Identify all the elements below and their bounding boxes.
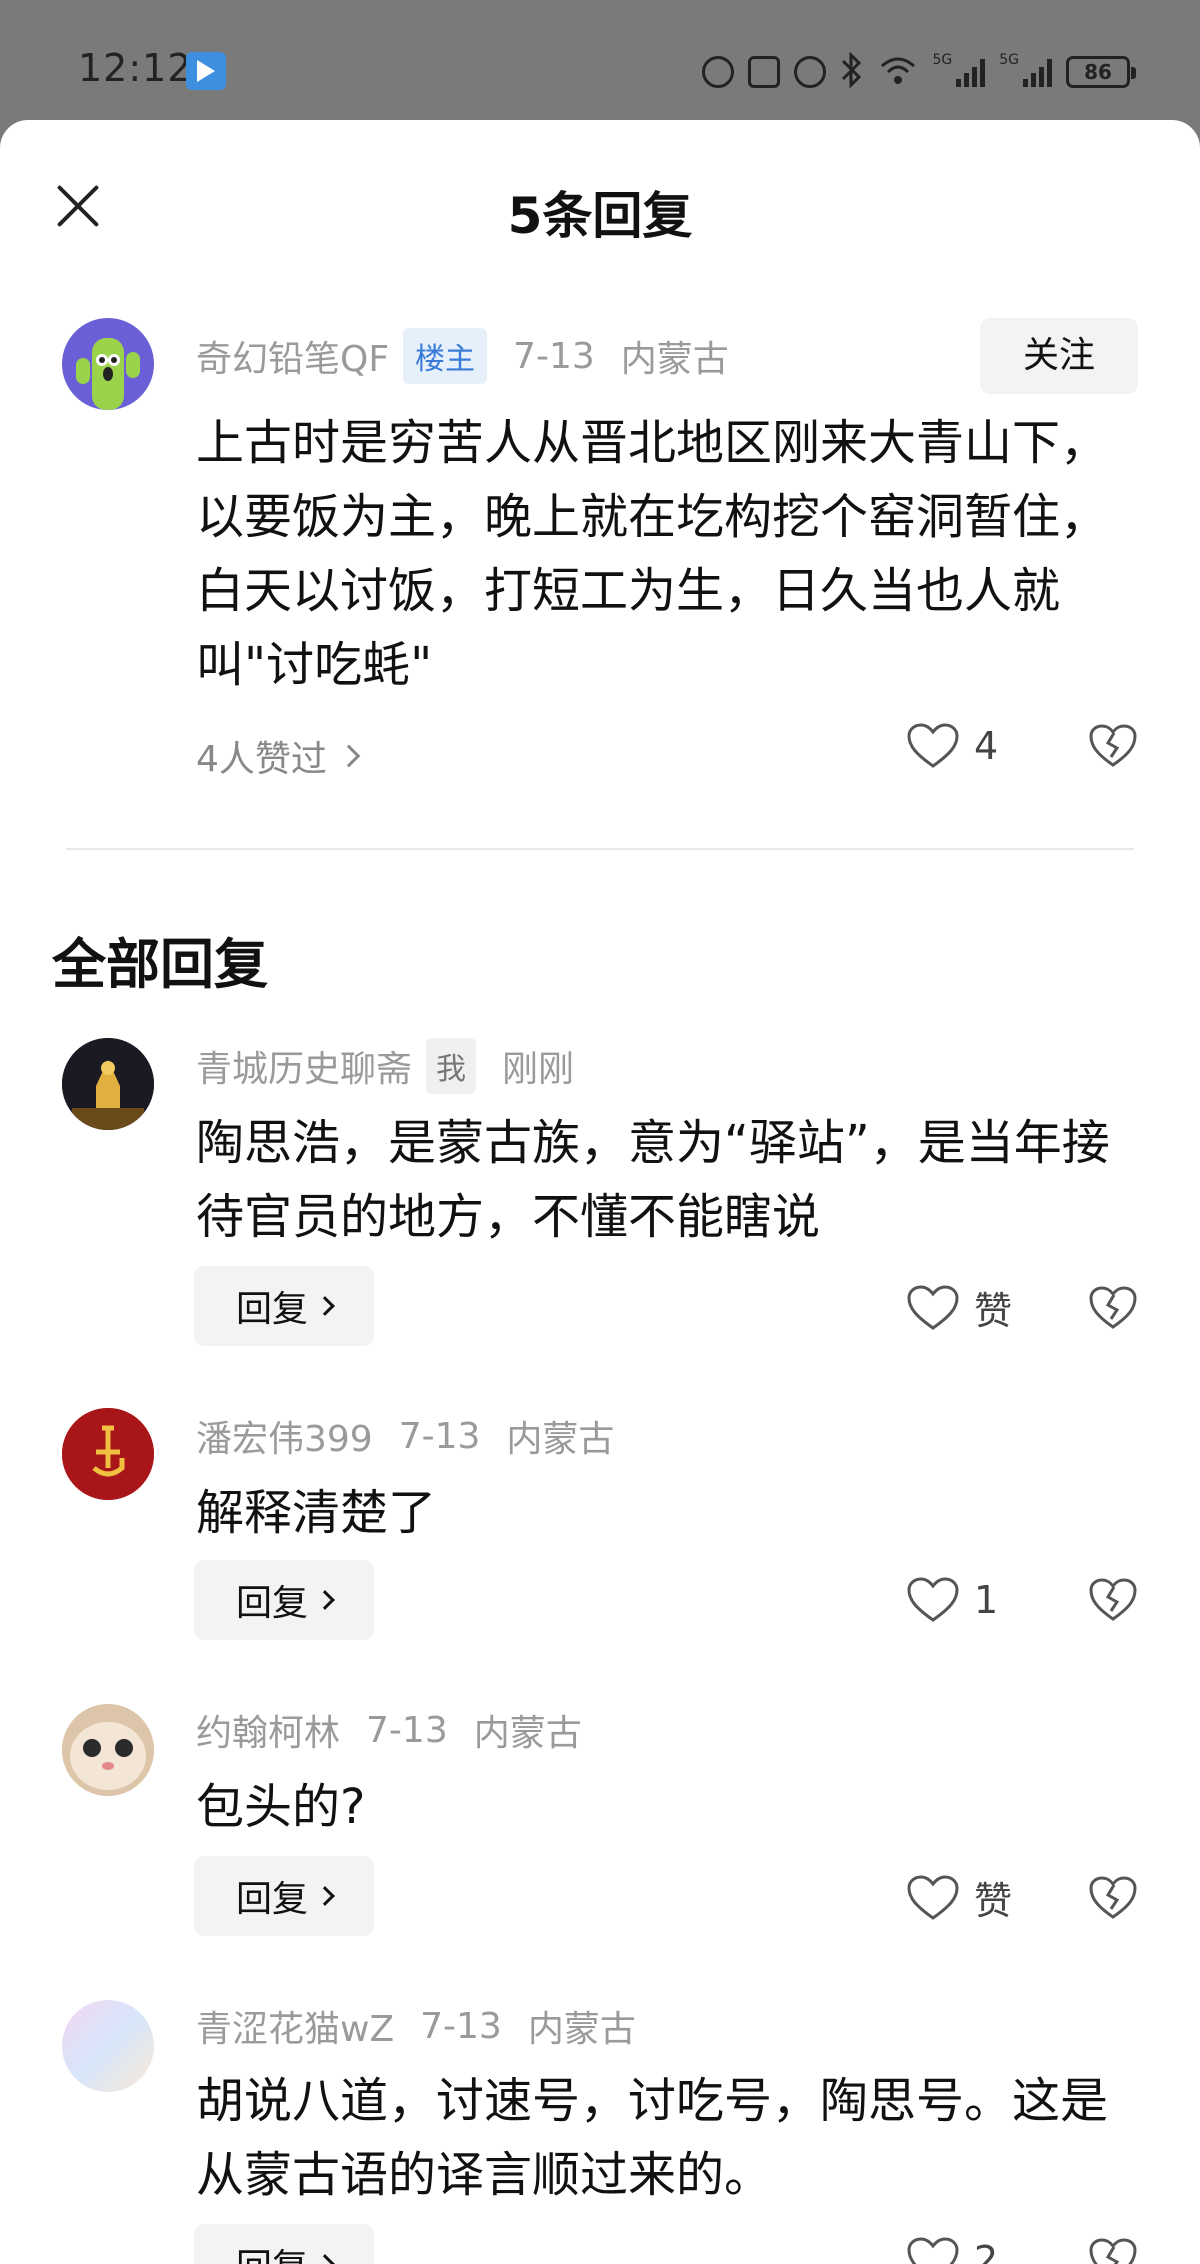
reply-actions: 赞 <box>906 1280 1138 1335</box>
like-label: 2 <box>974 2238 999 2264</box>
author-name[interactable]: 奇幻铅笔QF <box>196 330 389 382</box>
reply-text: 包头的? <box>196 1779 366 1835</box>
reply-button[interactable]: 回复 <box>194 1560 374 1640</box>
reply-text: 陶思浩，是蒙古族，意为“驿站”，是当年接待官员的地方，不懂不能瞎说 <box>196 1115 1110 1245</box>
reply-meta: 青城历史聊斋 我 刚刚 <box>196 1036 574 1096</box>
reply-button[interactable]: 回复 <box>194 2224 374 2264</box>
network-type-1: 5G <box>932 52 953 68</box>
chevron-right-icon <box>315 2254 335 2264</box>
like-label: 赞 <box>974 1289 1013 1333</box>
like-icon[interactable] <box>906 1576 960 1624</box>
signal-icon-2 <box>1023 57 1052 87</box>
avatar[interactable] <box>62 2000 154 2092</box>
avatar[interactable] <box>62 1704 154 1796</box>
author-name[interactable]: 青涩花猫wZ <box>196 2000 394 2052</box>
like-icon[interactable] <box>906 1284 960 1332</box>
battery-icon: 86 <box>1066 56 1136 88</box>
dislike-icon[interactable] <box>1088 1285 1138 1331</box>
reply-button-label: 回复 <box>235 1289 308 1330</box>
comment-location: 内蒙古 <box>620 339 729 380</box>
signal-icon-1 <box>956 57 986 87</box>
author-name[interactable]: 潘宏伟399 <box>196 1410 373 1462</box>
reply-text: 解释清楚了 <box>196 1485 437 1541</box>
like-count: 4 <box>974 724 999 768</box>
avatar[interactable] <box>62 1408 154 1500</box>
likes-summary[interactable]: 4人赞过 <box>196 730 361 782</box>
app-notification-icon <box>186 52 226 90</box>
likes-summary-label: 4人赞过 <box>196 739 327 780</box>
data-saver-icon <box>702 56 735 88</box>
alarm-icon <box>794 56 827 88</box>
section-title: 全部回复 <box>52 933 268 996</box>
reply-button[interactable]: 回复 <box>194 1266 374 1346</box>
chevron-right-icon <box>315 1590 335 1610</box>
chevron-right-icon <box>315 1296 335 1316</box>
wifi-icon <box>878 54 918 90</box>
like-icon[interactable] <box>906 1874 960 1922</box>
reply-button-label: 回复 <box>236 2238 308 2264</box>
comment-text: 上古时是穷苦人从晋北地区刚来大青山下，以要饭为主，晚上就在圪构挖个窑洞暂住，白天… <box>196 415 1109 693</box>
op-badge: 楼主 <box>403 328 488 384</box>
reply-actions: 1 <box>906 1576 1138 1624</box>
sheet-title: 5条回复 <box>507 187 693 245</box>
author-name[interactable]: 青城历史聊斋 <box>196 1040 412 1092</box>
author-name[interactable]: 约翰柯林 <box>196 1704 340 1756</box>
reply-actions: 赞 <box>906 1870 1138 1925</box>
like-label: 1 <box>974 1578 999 1622</box>
reply-date: 7-13 <box>398 1415 481 1457</box>
like-icon[interactable] <box>906 722 960 770</box>
dislike-icon[interactable] <box>1088 1577 1138 1623</box>
avatar[interactable] <box>62 318 154 410</box>
reply-location: 内蒙古 <box>527 2009 636 2050</box>
reply-button-label: 回复 <box>235 1879 308 1920</box>
reply-meta: 青涩花猫wZ 7-13 内蒙古 <box>196 1996 636 2056</box>
reply-button[interactable]: 回复 <box>194 1856 374 1936</box>
divider <box>66 848 1134 850</box>
reply-date: 7-13 <box>366 1709 448 1751</box>
reply-text: 胡说八道，讨速号，讨吃号，陶思号。这是从蒙古语的译言顺过来的。 <box>196 2073 1109 2203</box>
dislike-icon[interactable] <box>1088 2237 1138 2264</box>
like-icon[interactable] <box>906 2236 960 2264</box>
nfc-icon <box>748 56 781 88</box>
comment-actions: 4 <box>906 722 1138 770</box>
comment-meta: 奇幻铅笔QF 楼主 7-13 内蒙古 <box>196 326 729 386</box>
reply-location: 内蒙古 <box>473 1713 582 1754</box>
status-icons: 5G 5G 86 <box>702 51 1136 92</box>
status-bar: 12:12 5G 5G 86 <box>0 0 1200 120</box>
reply-button-label: 回复 <box>235 1583 308 1624</box>
reply-location: 内蒙古 <box>506 1419 615 1460</box>
reply-actions: 2 <box>906 2236 1138 2264</box>
status-time: 12:12 <box>78 46 193 90</box>
dislike-icon[interactable] <box>1088 1875 1138 1921</box>
reply-time: 刚刚 <box>502 1049 575 1090</box>
dislike-icon[interactable] <box>1088 723 1138 769</box>
reply-date: 7-13 <box>420 2005 502 2047</box>
network-type-2: 5G <box>999 52 1019 68</box>
chevron-right-icon <box>315 1886 335 1906</box>
reply-meta: 潘宏伟399 7-13 内蒙古 <box>196 1406 614 1466</box>
like-label: 赞 <box>974 1879 1013 1923</box>
chevron-right-icon <box>337 744 361 768</box>
follow-button[interactable]: 关注 <box>980 318 1138 394</box>
replies-sheet: 5条回复 奇幻铅笔QF 楼主 7-13 内蒙古 关注 上古时是穷苦人从晋北地区刚… <box>0 120 1200 2264</box>
me-badge: 我 <box>426 1038 477 1094</box>
avatar[interactable] <box>62 1038 154 1130</box>
reply-meta: 约翰柯林 7-13 内蒙古 <box>196 1700 582 1760</box>
comment-date: 7-13 <box>513 335 595 377</box>
bluetooth-icon <box>840 51 864 92</box>
